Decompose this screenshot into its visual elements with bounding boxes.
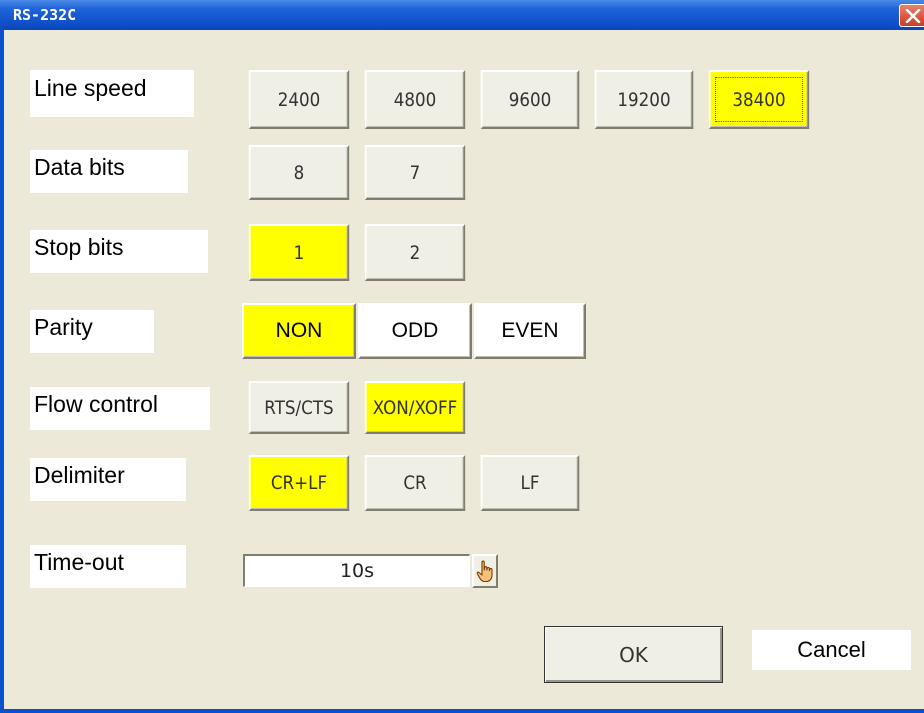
delimiter-cr-lf-button[interactable]: CR+LF bbox=[248, 455, 350, 511]
button-label: 7 bbox=[409, 161, 421, 184]
time-out-value: 10s bbox=[339, 560, 375, 582]
button-label: 2 bbox=[409, 241, 421, 264]
button-label: OK bbox=[619, 642, 648, 667]
line-speed-19200-button[interactable]: 19200 bbox=[594, 70, 694, 129]
time-out-label: Time-out bbox=[30, 545, 186, 588]
button-label: Cancel bbox=[797, 637, 866, 662]
button-label: RTS/CTS bbox=[264, 396, 334, 419]
parity-non-button[interactable]: NON bbox=[242, 303, 356, 359]
time-out-field[interactable]: 10s bbox=[243, 554, 470, 587]
line-speed-9600-button[interactable]: 9600 bbox=[480, 70, 580, 129]
cancel-button[interactable]: Cancel bbox=[752, 630, 911, 670]
stop-bits-label: Stop bits bbox=[30, 230, 208, 273]
close-button[interactable] bbox=[899, 4, 924, 27]
button-label: 1 bbox=[293, 241, 305, 264]
stop-bits-1-button[interactable]: 1 bbox=[248, 224, 350, 281]
button-label: 4800 bbox=[393, 88, 437, 111]
button-label: ODD bbox=[391, 319, 439, 342]
delimiter-lf-button[interactable]: LF bbox=[480, 455, 580, 511]
close-icon bbox=[905, 9, 921, 23]
button-label: 8 bbox=[293, 161, 305, 184]
button-label: 19200 bbox=[617, 88, 671, 111]
button-label: XON/XOFF bbox=[372, 396, 458, 419]
button-label: NON bbox=[275, 319, 323, 342]
window-frame-left bbox=[0, 30, 4, 713]
line-speed-label: Line speed bbox=[30, 70, 194, 117]
parity-label: Parity bbox=[30, 310, 154, 353]
delimiter-label: Delimiter bbox=[30, 458, 186, 501]
flow-control-label: Flow control bbox=[30, 387, 210, 430]
line-speed-38400-button[interactable]: 38400 bbox=[708, 70, 810, 129]
data-bits-8-button[interactable]: 8 bbox=[248, 145, 350, 200]
button-label: 9600 bbox=[508, 88, 552, 111]
title-bar: RS-232C bbox=[0, 0, 924, 30]
parity-odd-button[interactable]: ODD bbox=[358, 303, 472, 359]
flow-control-xon-xoff-button[interactable]: XON/XOFF bbox=[364, 381, 466, 434]
window-frame-bottom bbox=[0, 709, 924, 713]
data-bits-label: Data bits bbox=[30, 150, 188, 193]
delimiter-cr-button[interactable]: CR bbox=[364, 455, 466, 511]
button-label: CR bbox=[403, 472, 427, 494]
focus-ring bbox=[715, 77, 803, 122]
flow-control-rts-cts-button[interactable]: RTS/CTS bbox=[248, 381, 350, 434]
stop-bits-2-button[interactable]: 2 bbox=[364, 224, 466, 281]
window-title: RS-232C bbox=[13, 6, 77, 24]
line-speed-4800-button[interactable]: 4800 bbox=[364, 70, 466, 129]
parity-even-button[interactable]: EVEN bbox=[474, 303, 586, 359]
ok-button[interactable]: OK bbox=[544, 626, 723, 683]
button-label: CR+LF bbox=[270, 472, 328, 494]
data-bits-7-button[interactable]: 7 bbox=[364, 145, 466, 200]
button-label: EVEN bbox=[501, 319, 559, 342]
hand-pointer-icon bbox=[476, 560, 493, 583]
button-label: LF bbox=[520, 472, 540, 494]
line-speed-2400-button[interactable]: 2400 bbox=[248, 70, 350, 129]
button-label: 2400 bbox=[277, 88, 321, 111]
time-out-edit-button[interactable] bbox=[472, 554, 498, 588]
